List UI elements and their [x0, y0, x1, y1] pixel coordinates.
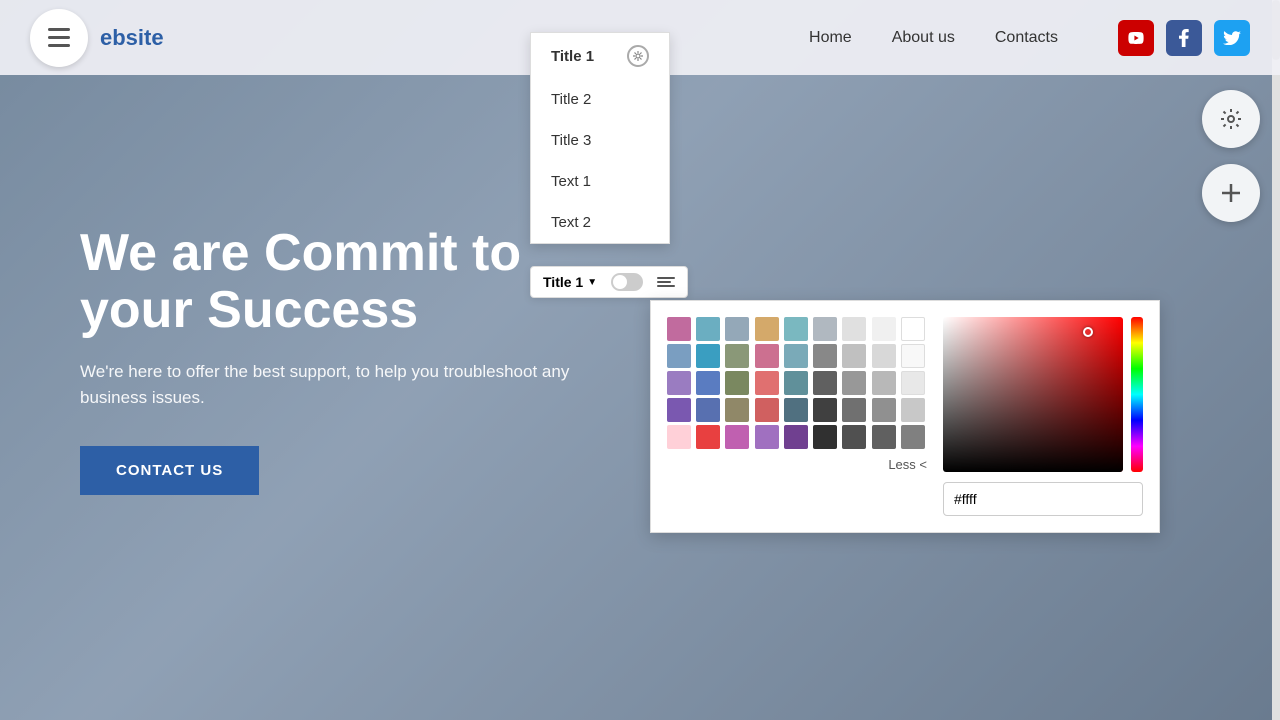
color-swatch[interactable] [842, 398, 866, 422]
color-swatch[interactable] [842, 425, 866, 449]
color-swatch[interactable] [667, 317, 691, 341]
color-swatch[interactable] [842, 317, 866, 341]
color-swatch[interactable] [901, 344, 925, 368]
color-swatch[interactable] [725, 398, 749, 422]
dropdown-title1[interactable]: Title 1 [531, 33, 669, 79]
hamburger-line [48, 44, 70, 47]
color-swatch[interactable] [725, 425, 749, 449]
color-swatch[interactable] [813, 344, 837, 368]
color-swatch[interactable] [696, 344, 720, 368]
hamburger-line [48, 28, 70, 31]
color-swatch[interactable] [667, 398, 691, 422]
color-swatch[interactable] [784, 371, 808, 395]
color-swatch[interactable] [901, 317, 925, 341]
social-icons [1118, 20, 1250, 56]
gradient-cursor [1083, 327, 1093, 337]
color-swatch[interactable] [755, 344, 779, 368]
chevron-down-icon: ▼ [587, 277, 597, 288]
align-icon[interactable] [657, 277, 675, 287]
color-swatch[interactable] [755, 371, 779, 395]
color-swatch[interactable] [755, 398, 779, 422]
color-swatch[interactable] [813, 398, 837, 422]
color-swatches-grid [667, 317, 927, 449]
color-swatch[interactable] [725, 371, 749, 395]
color-swatch[interactable] [813, 317, 837, 341]
color-swatch[interactable] [667, 425, 691, 449]
hamburger-button[interactable] [30, 9, 88, 67]
color-swatch[interactable] [667, 344, 691, 368]
style-dropdown: Title 1 Title 2 Title 3 Text 1 Text 2 [530, 32, 670, 244]
color-swatch[interactable] [872, 344, 896, 368]
nav-about[interactable]: About us [892, 29, 955, 47]
dropdown-title3[interactable]: Title 3 [531, 120, 669, 161]
color-swatch[interactable] [813, 371, 837, 395]
gradient-picker [943, 317, 1143, 516]
color-swatch[interactable] [667, 371, 691, 395]
color-swatch[interactable] [872, 425, 896, 449]
youtube-icon[interactable] [1118, 20, 1154, 56]
hamburger-line [48, 36, 70, 39]
color-swatch[interactable] [755, 317, 779, 341]
title1-gear-icon[interactable] [627, 45, 649, 67]
color-swatch[interactable] [784, 317, 808, 341]
color-swatch[interactable] [813, 425, 837, 449]
toggle-switch[interactable] [611, 273, 643, 291]
title-selector[interactable]: Title 1 ▼ [543, 274, 597, 290]
hue-slider[interactable] [1131, 317, 1143, 472]
color-swatch[interactable] [784, 425, 808, 449]
scrollbar[interactable] [1272, 0, 1280, 720]
color-swatch[interactable] [842, 371, 866, 395]
main-nav: Home About us Contacts [809, 20, 1250, 56]
side-buttons [1202, 90, 1260, 222]
color-swatch[interactable] [842, 344, 866, 368]
dropdown-title2[interactable]: Title 2 [531, 79, 669, 120]
gradient-box[interactable] [943, 317, 1123, 472]
color-swatch[interactable] [901, 425, 925, 449]
color-swatch[interactable] [784, 398, 808, 422]
formatting-toolbar: Title 1 ▼ [530, 266, 688, 298]
site-logo: ebsite [100, 25, 809, 51]
color-swatch[interactable] [696, 398, 720, 422]
contact-us-button[interactable]: CONTACT US [80, 446, 259, 495]
color-swatch[interactable] [872, 317, 896, 341]
color-swatch[interactable] [901, 398, 925, 422]
nav-contacts[interactable]: Contacts [995, 29, 1058, 47]
color-swatch[interactable] [696, 425, 720, 449]
color-swatch[interactable] [872, 398, 896, 422]
hex-color-input[interactable] [943, 482, 1143, 516]
color-picker-panel: Less < [650, 300, 1160, 533]
color-swatch[interactable] [901, 371, 925, 395]
twitter-icon[interactable] [1214, 20, 1250, 56]
less-button[interactable]: Less < [667, 457, 927, 472]
color-swatch[interactable] [696, 317, 720, 341]
color-swatch[interactable] [784, 344, 808, 368]
swatch-area: Less < [667, 317, 927, 516]
color-swatch[interactable] [696, 371, 720, 395]
facebook-icon[interactable] [1166, 20, 1202, 56]
dropdown-text2[interactable]: Text 2 [531, 202, 669, 243]
color-swatch[interactable] [755, 425, 779, 449]
hero-subtitle: We're here to offer the best support, to… [80, 359, 640, 410]
color-swatch[interactable] [872, 371, 896, 395]
settings-button[interactable] [1202, 90, 1260, 148]
dropdown-text1[interactable]: Text 1 [531, 161, 669, 202]
add-button[interactable] [1202, 164, 1260, 222]
nav-home[interactable]: Home [809, 29, 852, 47]
color-swatch[interactable] [725, 317, 749, 341]
color-swatch[interactable] [725, 344, 749, 368]
